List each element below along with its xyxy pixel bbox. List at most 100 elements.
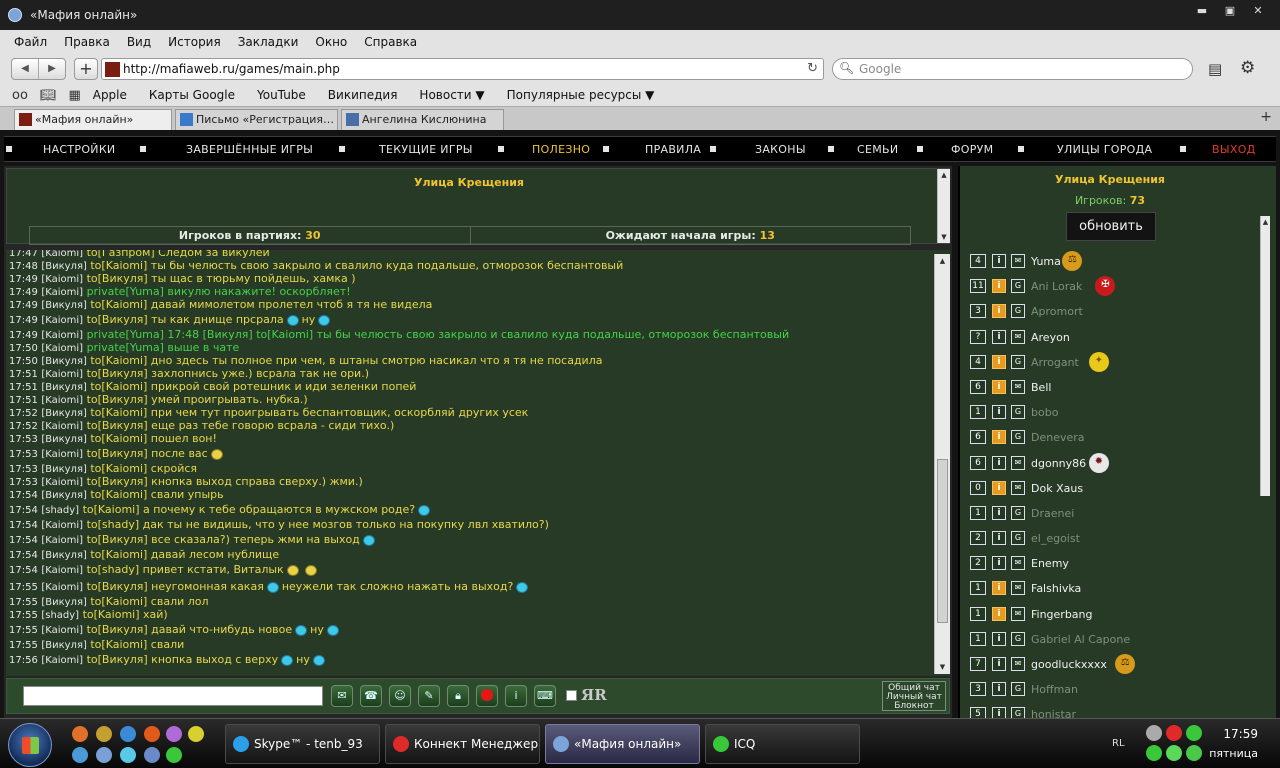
chat-nick[interactable]: [Викуля] xyxy=(41,382,87,393)
bookmarks-book-icon[interactable]: 📖︎ xyxy=(40,88,57,103)
player-name[interactable]: honistar xyxy=(1031,708,1076,718)
guest-icon[interactable]: G xyxy=(1011,304,1025,319)
menu-view[interactable]: Вид xyxy=(127,35,151,49)
nav-item-8[interactable]: УЛИЦЫ ГОРОДА xyxy=(1057,143,1152,156)
close-button[interactable]: ✕ xyxy=(1246,3,1270,20)
messenger-icon[interactable] xyxy=(120,747,136,763)
bookmark-wikipedia[interactable]: Википедия xyxy=(328,88,398,102)
send-button[interactable]: ✉ xyxy=(331,685,353,707)
lock-button[interactable]: 🔒︎ xyxy=(447,685,469,707)
nav-item-1[interactable]: ЗАВЕРШЁННЫЕ ИГРЫ xyxy=(186,143,313,156)
chat-nick[interactable]: [Kaiomi] xyxy=(41,449,83,460)
guest-icon[interactable]: G xyxy=(1011,505,1025,520)
player-name[interactable]: Arrogant xyxy=(1031,356,1079,369)
chat-nick[interactable]: [Викуля] xyxy=(41,464,87,475)
chat-nick[interactable]: [Kaiomi] xyxy=(41,250,83,259)
firefox-icon[interactable] xyxy=(72,726,88,742)
bookmark-news[interactable]: Новости ▼ xyxy=(419,88,484,102)
player-name[interactable]: dgonny86 xyxy=(1031,457,1086,470)
player-name[interactable]: Fingerbang xyxy=(1031,608,1093,621)
back-button[interactable]: ◀ xyxy=(12,59,39,79)
tray-network-icon[interactable] xyxy=(1146,725,1162,741)
envelope-icon[interactable]: ✉ xyxy=(1011,455,1025,470)
player-info-icon[interactable]: i xyxy=(992,556,1006,571)
guest-icon[interactable]: G xyxy=(1011,682,1025,697)
nav-item-0[interactable]: НАСТРОЙКИ xyxy=(43,143,115,156)
player-info-icon[interactable]: i xyxy=(992,379,1006,394)
chat-mode-selector[interactable]: Общий чат Личный чат Блокнот xyxy=(882,681,946,711)
chat-scroll-thumb[interactable] xyxy=(937,459,948,623)
guest-icon[interactable]: G xyxy=(1011,354,1025,369)
chat-nick[interactable]: [Kaiomi] xyxy=(41,477,83,488)
envelope-icon[interactable]: ✉ xyxy=(1011,480,1025,495)
task-connect-manager[interactable]: Коннект Менеджер xyxy=(385,724,540,764)
envelope-icon[interactable]: ✉ xyxy=(1011,329,1025,344)
chat-nick[interactable]: [Kaiomi] xyxy=(41,315,83,326)
tray-check-icon[interactable] xyxy=(1186,725,1202,741)
player-row[interactable]: 6 i ✉ dgonny86 ✹ xyxy=(970,452,1260,477)
chat-nick[interactable]: [Викуля] xyxy=(41,356,87,367)
minimize-button[interactable]: ▬ xyxy=(1190,3,1214,20)
tray-opera-icon[interactable] xyxy=(1166,725,1182,741)
chat-scrollbar[interactable]: ▲ ▼ xyxy=(934,254,950,674)
player-info-icon[interactable]: i xyxy=(992,505,1006,520)
guest-icon[interactable]: G xyxy=(1011,430,1025,445)
player-name[interactable]: Ani Lorak xyxy=(1031,280,1082,293)
player-row[interactable]: 7 i ✉ goodluckxxxx ⚖ xyxy=(970,653,1260,678)
icq-quick-icon[interactable] xyxy=(166,747,182,763)
chat-nick[interactable]: [Kaiomi] xyxy=(41,395,83,406)
chat-input[interactable] xyxy=(23,686,323,706)
player-row[interactable]: 2 i Gel_egoist xyxy=(970,527,1260,552)
player-row[interactable]: 2 i ✉ Enemy xyxy=(970,552,1260,577)
player-row[interactable]: 3 i G Apromort xyxy=(970,300,1260,325)
chat-mode-notepad[interactable]: Блокнот xyxy=(883,702,945,711)
nav-item-9[interactable]: ВЫХОД xyxy=(1212,143,1256,156)
new-tab-button[interactable]: + xyxy=(1260,109,1272,125)
player-name[interactable]: goodluckxxxx xyxy=(1031,658,1107,671)
guest-icon[interactable]: G xyxy=(1011,279,1025,294)
tab-mail[interactable]: Письмо «Регистрация… xyxy=(175,109,338,130)
player-info-icon[interactable]: i xyxy=(992,606,1006,621)
bookmark-popular[interactable]: Популярные ресурсы ▼ xyxy=(507,88,655,102)
search-field[interactable]: 🔍︎ Google xyxy=(832,58,1193,80)
start-button[interactable] xyxy=(8,723,52,767)
player-name[interactable]: bobo xyxy=(1031,406,1058,419)
task-mafia[interactable]: «Мафия онлайн» xyxy=(545,724,700,764)
info-scrollbar[interactable]: ▲ ▼ xyxy=(937,169,950,243)
chat-nick[interactable]: [Kaiomi] xyxy=(41,343,83,354)
player-row[interactable]: 3 i G Hoffman xyxy=(970,678,1260,703)
player-name[interactable]: Enemy xyxy=(1031,557,1069,570)
menu-help[interactable]: Справка xyxy=(364,35,417,49)
info-button[interactable]: i xyxy=(505,685,527,707)
tab-vk[interactable]: Ангелина Кислюнина xyxy=(341,109,504,130)
gear-icon[interactable]: ⚙ xyxy=(1240,58,1255,78)
player-row[interactable]: 0 i ✉ Dok Xaus xyxy=(970,477,1260,502)
network-icon[interactable] xyxy=(144,747,160,763)
player-info-icon[interactable]: i xyxy=(992,455,1006,470)
nav-item-3[interactable]: ПОЛЕЗНО xyxy=(532,143,590,156)
chat-nick[interactable]: [shady] xyxy=(41,610,79,621)
player-row[interactable]: 6 i G Denevera xyxy=(970,426,1260,451)
clock[interactable]: 17:59 пятница xyxy=(1209,725,1258,763)
bookmark-youtube[interactable]: YouTube xyxy=(257,88,306,102)
chat-nick[interactable]: [Викуля] xyxy=(41,597,87,608)
chat-nick[interactable]: [Kaiomi] xyxy=(41,565,83,576)
phone-button[interactable]: ☎ xyxy=(360,685,382,707)
player-row[interactable]: 1 i G Gabriel Al Capone xyxy=(970,628,1260,653)
player-info-icon[interactable]: i xyxy=(992,682,1006,697)
envelope-icon[interactable]: ✉ xyxy=(1011,556,1025,571)
guest-icon[interactable]: G xyxy=(1011,631,1025,646)
task-skype[interactable]: Skype™ - tenb_93 xyxy=(225,724,380,764)
chat-nick[interactable]: [Kaiomi] xyxy=(41,655,83,666)
player-row[interactable]: 5 i Ghonistar xyxy=(970,703,1260,718)
nav-item-7[interactable]: ФОРУМ xyxy=(951,143,993,156)
reload-icon[interactable]: ↻ xyxy=(807,61,818,76)
player-info-icon[interactable]: i xyxy=(992,657,1006,671)
player-info-icon[interactable]: i xyxy=(992,405,1006,420)
eraser-button[interactable]: ✎ xyxy=(418,685,440,707)
player-row[interactable]: 4 i G Arrogant ✦ xyxy=(970,351,1260,376)
player-name[interactable]: Falshivka xyxy=(1031,582,1081,595)
chat-nick[interactable]: [shady] xyxy=(41,505,79,516)
maximize-button[interactable]: ▣ xyxy=(1218,3,1242,20)
chrome-icon[interactable] xyxy=(188,726,204,742)
